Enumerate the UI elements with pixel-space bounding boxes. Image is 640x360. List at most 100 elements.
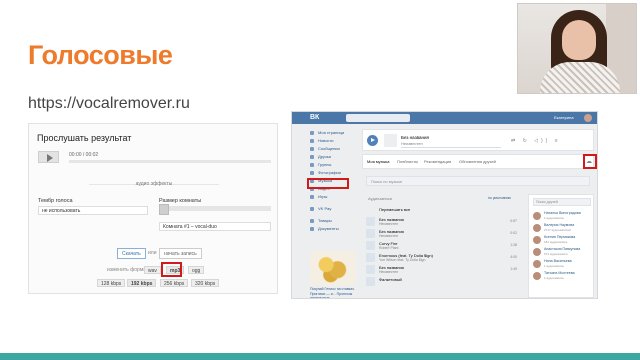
sidebar-item-news[interactable]: Новости (310, 137, 360, 145)
track-artist[interactable]: Неизвестен (379, 222, 398, 226)
track-cover (366, 241, 375, 250)
bitrate-320[interactable]: 320 kbps (191, 279, 220, 287)
track-title: Фалкетовый (379, 277, 402, 282)
vk-audio-player: Без названия Неизвестен ⇄ ↻ ◁)) ≡ (362, 129, 594, 151)
vk-screenshot: ВК Екатерина Моя страница Новости Сообще… (291, 111, 598, 299)
sidebar-item-documents[interactable]: Документы (310, 225, 360, 233)
upload-cloud-icon[interactable]: ☁ (586, 158, 592, 165)
track-artist[interactable]: Неизвестен (379, 234, 398, 238)
voice-timbre-select[interactable]: не использовать (38, 206, 148, 215)
player-controls-icon[interactable]: ⇄ ↻ ◁)) ≡ (511, 138, 561, 144)
player-play-button[interactable] (367, 135, 378, 146)
vk-user-avatar[interactable] (584, 114, 592, 122)
track-artist[interactable]: Неизвестен (379, 270, 398, 274)
tab-friends-updates[interactable]: Обновления друзей (459, 159, 496, 164)
sidebar-item-photos[interactable]: Фотографии (310, 169, 360, 177)
vk-music-tabs: Моя музыка Плейлисты Рекомендации Обновл… (362, 154, 594, 169)
sidebar-item-games[interactable]: Игры (310, 193, 360, 201)
sidebar-item-goods[interactable]: Товары (310, 217, 360, 225)
track-row[interactable]: Curvy Fire Robert Plant 1:28 (366, 240, 521, 252)
friend-item[interactable]: Валерия Наумова 2717 аудиозаписей (533, 223, 593, 233)
sidebar-item-friends[interactable]: Друзья (310, 153, 360, 161)
friend-item[interactable]: Наталья Виноградова 1 аудиозапись (533, 211, 593, 221)
friend-avatar[interactable] (533, 248, 541, 256)
friend-audio-count: 1 аудиозапись (544, 276, 565, 280)
vocalremover-screenshot: Прослушать результат 00:00 / 00:02 аудио… (28, 123, 278, 294)
mp3-highlight-box (161, 262, 182, 277)
bitrate-192[interactable]: 192 kbps (127, 279, 157, 287)
friend-name[interactable]: Анастасия Пивкунова (544, 247, 580, 251)
friend-name[interactable]: Валерия Наумова (544, 223, 574, 227)
bitrate-256[interactable]: 256 kbps (160, 279, 189, 287)
friends-search-input[interactable]: Поиск друзей (533, 198, 591, 206)
download-button[interactable]: Скачать (117, 248, 146, 259)
audio-effects-label: аудио эффекты (135, 181, 173, 187)
sidebar-item-my-page[interactable]: Моя страница (310, 129, 360, 137)
sidebar-item-vkpay[interactable]: VK Pay (310, 205, 360, 213)
webcam-person-face (562, 20, 596, 60)
shuffle-all-row[interactable]: Перемешать все (366, 204, 521, 216)
friend-name[interactable]: Нина Васильева (544, 259, 572, 263)
room-size-slider[interactable] (159, 204, 271, 215)
track-row[interactable]: Без названия Неизвестен 1:49 (366, 264, 521, 276)
sort-select[interactable]: по умолчанию (488, 196, 511, 200)
bitrate-128[interactable]: 128 kbps (97, 279, 126, 287)
friend-avatar[interactable] (533, 224, 541, 232)
friend-item[interactable]: Татьяна Мохтеева 1 аудиозапись (533, 271, 593, 281)
track-cover (366, 277, 375, 286)
listen-result-heading: Прослушать результат (37, 133, 132, 143)
friend-audio-count: 2717 аудиозаписей (544, 228, 571, 232)
vk-topbar (292, 112, 597, 124)
friend-item[interactable]: Нина Васильева 1 аудиозапись (533, 259, 593, 269)
track-artist[interactable]: Yuri Wilson feat. Ty Dolla $ign (379, 258, 425, 262)
friend-item[interactable]: Анастасия Пивкунова 674 аудиозаписи (533, 247, 593, 257)
friend-item[interactable]: Ксения Пермякова 181 аудиозапись (533, 235, 593, 245)
sidebar-item-messages[interactable]: Сообщения (310, 145, 360, 153)
slide-title: Голосовые (28, 40, 173, 70)
vk-logo[interactable]: ВК (310, 114, 319, 121)
player-cover (384, 134, 397, 147)
track-duration: 4:00 (510, 255, 517, 259)
audio-header: Аудиозаписи (368, 196, 392, 201)
friend-name[interactable]: Ксения Пермякова (544, 235, 575, 239)
vk-search-input[interactable] (346, 114, 410, 122)
track-row[interactable]: Enormous (feat. Ty Dolla $ign) Yuri Wils… (366, 252, 521, 264)
play-button[interactable] (38, 151, 59, 163)
friend-name[interactable]: Наталья Виноградова (544, 211, 581, 215)
ad-text[interactable]: Покупай Гелиос на ставках. Пригласи — и.… (310, 287, 358, 298)
voice-timbre-label: Тембр голоса (38, 198, 73, 204)
music-search-input[interactable]: Поиск по музыке (366, 176, 590, 186)
record-button[interactable]: начать запись (159, 248, 202, 259)
tab-my-music[interactable]: Моя музыка (367, 159, 389, 164)
player-progress[interactable] (401, 147, 501, 148)
sidebar-item-groups[interactable]: Группы (310, 161, 360, 169)
friend-audio-count: 181 аудиозапись (544, 240, 568, 244)
playback-time: 00:00 / 00:02 (69, 152, 99, 158)
shuffle-all-label[interactable]: Перемешать все (379, 207, 410, 212)
playback-track[interactable] (69, 160, 271, 163)
player-track-artist: Неизвестен (401, 141, 423, 146)
track-artist[interactable]: Robert Plant (379, 246, 398, 250)
friend-avatar[interactable] (533, 272, 541, 280)
friend-name[interactable]: Татьяна Мохтеева (544, 271, 575, 275)
friend-audio-count: 674 аудиозаписи (544, 252, 568, 256)
tab-playlists[interactable]: Плейлисты (397, 159, 418, 164)
track-row[interactable]: Без названия Неизвестен 0:57 (366, 216, 521, 228)
friend-audio-count: 1 аудиозапись (544, 216, 565, 220)
friend-avatar[interactable] (533, 212, 541, 220)
format-ogg[interactable]: ogg (188, 266, 205, 274)
vk-user-name[interactable]: Екатерина (554, 115, 574, 120)
format-label: изменить формат (107, 267, 149, 273)
track-cover (366, 253, 375, 262)
room-select[interactable]: Комната #1 – vocal-duo (159, 222, 271, 231)
track-row[interactable]: Фалкетовый (366, 276, 521, 288)
tab-recommendations[interactable]: Рекомендации (424, 159, 451, 164)
track-duration: 1:49 (510, 267, 517, 271)
track-row[interactable]: Без названия Неизвестен 0:02 (366, 228, 521, 240)
friend-avatar[interactable] (533, 236, 541, 244)
track-cover (366, 217, 375, 226)
friend-avatar[interactable] (533, 260, 541, 268)
format-wav[interactable]: wav (144, 266, 161, 274)
ad-image[interactable] (310, 251, 356, 285)
friends-panel: Поиск друзей Наталья Виноградова 1 аудио… (528, 194, 594, 298)
